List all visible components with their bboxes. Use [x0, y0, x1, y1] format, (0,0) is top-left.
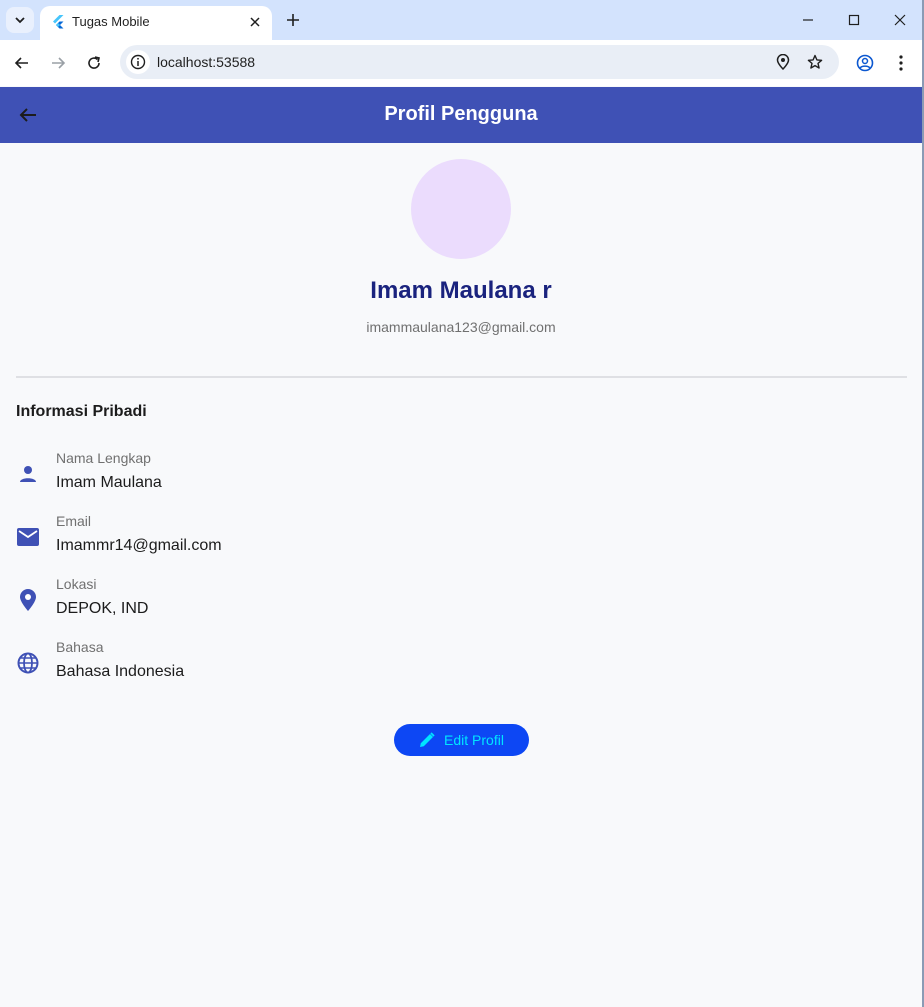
location-permission-button[interactable]: [772, 51, 794, 73]
tab-search-button[interactable]: [6, 7, 34, 33]
account-circle-icon: [856, 54, 874, 72]
globe-icon: [16, 651, 40, 675]
bookmark-button[interactable]: [804, 51, 826, 73]
info-row-location: Lokasi DEPOK, IND: [16, 576, 896, 626]
browser-toolbar: localhost:53588: [0, 40, 924, 86]
divider: [16, 376, 907, 378]
info-value: Imammr14@gmail.com: [56, 537, 222, 554]
email-icon: [16, 525, 40, 549]
browser-menu-button[interactable]: [889, 51, 913, 75]
close-icon: [894, 14, 906, 26]
location-icon: [16, 588, 40, 612]
profile-name: Imam Maulana r: [370, 277, 552, 304]
info-row-language: Bahasa Bahasa Indonesia: [16, 639, 896, 689]
person-icon: [16, 462, 40, 486]
chevron-down-icon: [15, 17, 25, 24]
new-tab-button[interactable]: [282, 9, 304, 31]
arrow-right-icon: [52, 57, 66, 69]
minimize-icon: [803, 19, 813, 21]
info-row-email: Email Imammr14@gmail.com: [16, 513, 896, 563]
edit-profile-label: Edit Profil: [444, 732, 504, 748]
browser-tab[interactable]: Tugas Mobile: [40, 6, 272, 40]
url-text: localhost:53588: [157, 54, 256, 70]
maximize-icon: [848, 14, 860, 26]
address-bar[interactable]: localhost:53588: [120, 45, 839, 79]
info-label: Bahasa: [56, 639, 104, 655]
info-value: DEPOK, IND: [56, 600, 149, 617]
edit-profile-button[interactable]: Edit Profil: [394, 724, 529, 756]
arrow-left-icon: [14, 57, 28, 69]
info-label: Nama Lengkap: [56, 450, 151, 466]
window-close-button[interactable]: [886, 8, 914, 32]
info-icon: [130, 54, 146, 70]
tab-close-button[interactable]: [246, 13, 264, 31]
info-value: Imam Maulana: [56, 474, 162, 491]
profile-button[interactable]: [853, 51, 877, 75]
pencil-icon: [420, 732, 435, 747]
location-pin-icon: [776, 54, 790, 70]
app-bar: Profil Pengguna: [0, 87, 922, 143]
flutter-icon: [53, 15, 64, 29]
profile-email: imammaulana123@gmail.com: [366, 319, 556, 335]
info-row-full-name: Nama Lengkap Imam Maulana: [16, 450, 896, 500]
minimize-button[interactable]: [794, 8, 822, 32]
info-label: Lokasi: [56, 576, 97, 592]
info-label: Email: [56, 513, 92, 529]
tab-title: Tugas Mobile: [72, 14, 150, 29]
star-icon: [807, 54, 823, 69]
reload-icon: [88, 56, 100, 69]
avatar: [411, 159, 511, 259]
close-icon: [250, 17, 260, 27]
back-button[interactable]: [10, 51, 34, 75]
info-value: Bahasa Indonesia: [56, 663, 185, 680]
more-vert-icon: [899, 55, 903, 71]
page-title: Profil Pengguna: [384, 103, 538, 125]
forward-button[interactable]: [46, 51, 70, 75]
section-title: Informasi Pribadi: [16, 403, 147, 420]
browser-tabstrip: Tugas Mobile: [0, 0, 924, 40]
site-info-button[interactable]: [126, 50, 150, 74]
maximize-button[interactable]: [840, 8, 868, 32]
plus-icon: [287, 14, 299, 26]
reload-button[interactable]: [82, 51, 106, 75]
